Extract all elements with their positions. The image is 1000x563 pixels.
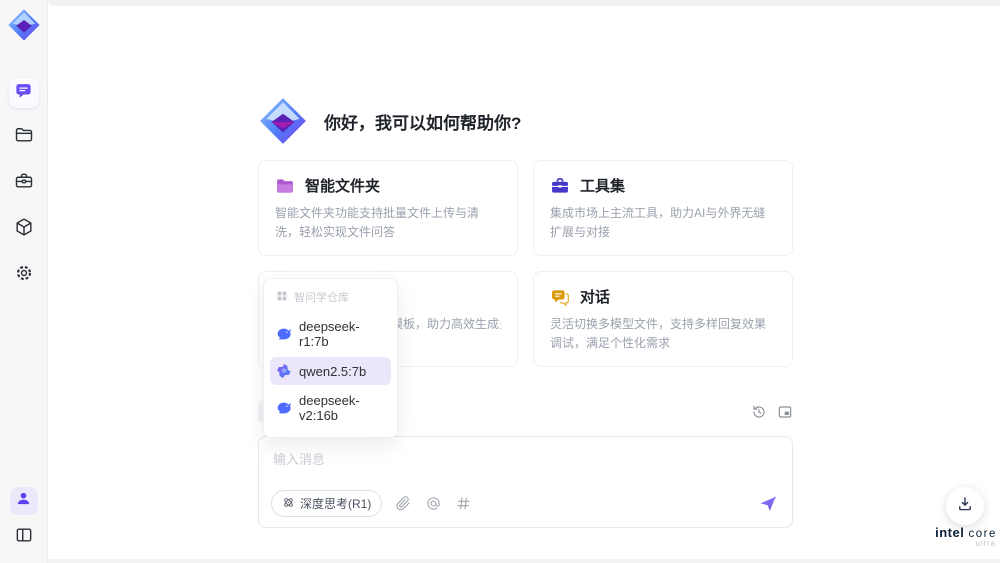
folder-icon xyxy=(14,125,34,150)
user-icon xyxy=(15,490,32,512)
repo-grid-icon xyxy=(276,290,288,305)
atom-icon xyxy=(282,496,295,512)
model-dropdown: 智问学仓库 deepseek-r1:7b qwen2.5:7b deepseek… xyxy=(263,278,398,438)
model-group-label: 智问学仓库 xyxy=(294,292,349,304)
composer-toolbar: 深度思考(R1) xyxy=(271,490,778,517)
message-input[interactable] xyxy=(259,437,792,489)
model-option-deepseek-v2[interactable]: deepseek-v2:16b xyxy=(270,387,391,429)
greeting-text: 你好，我可以如何帮助你? xyxy=(324,113,522,133)
sidebar xyxy=(0,0,48,563)
mention-icon[interactable] xyxy=(425,495,442,512)
settings-icon xyxy=(14,263,34,288)
deepseek-icon xyxy=(276,326,292,342)
sidebar-item-panel[interactable] xyxy=(12,525,36,549)
download-icon xyxy=(956,495,974,518)
intel-core-badge: intel core ultra xyxy=(928,525,1000,548)
card-dialog[interactable]: 对话 灵活切换多模型文件，支持多样回复效果调试，满足个性化需求 xyxy=(533,271,793,368)
sidebar-item-folders[interactable] xyxy=(13,126,35,148)
download-button[interactable] xyxy=(946,487,984,525)
card-desc: 灵活切换多模型文件，支持多样回复效果调试，满足个性化需求 xyxy=(550,317,767,350)
top-strip xyxy=(48,0,1000,6)
card-title: 智能文件夹 xyxy=(305,178,381,195)
sidebar-item-chat[interactable] xyxy=(8,78,39,108)
card-desc: 集成市场上主流工具，助力AI与外界无缝扩展与对接 xyxy=(550,206,766,239)
sidebar-item-toolbox[interactable] xyxy=(13,172,35,194)
chat-toolbar xyxy=(750,403,793,420)
toolbox-icon xyxy=(14,171,34,196)
model-option-deepseek-r1[interactable]: deepseek-r1:7b xyxy=(270,313,391,355)
sidebar-item-models[interactable] xyxy=(13,217,35,242)
smart-folder-icon xyxy=(275,176,295,196)
hero: 你好，我可以如何帮助你? xyxy=(258,96,521,146)
panel-icon xyxy=(14,525,34,550)
model-option-label: qwen2.5:7b xyxy=(299,363,367,379)
model-dropdown-group: 智问学仓库 xyxy=(270,287,391,313)
deep-think-toggle[interactable]: 深度思考(R1) xyxy=(271,490,383,517)
toolkit-icon xyxy=(550,176,570,196)
chat-icon xyxy=(14,81,33,105)
intel-ultra-text: ultra xyxy=(975,539,996,548)
card-smart-folder[interactable]: 智能文件夹 智能文件夹功能支持批量文件上传与清洗，轻松实现文件问答 xyxy=(258,160,518,257)
sidebar-item-settings[interactable] xyxy=(13,264,35,286)
model-option-label: deepseek-v2:16b xyxy=(299,393,360,423)
card-toolkit[interactable]: 工具集 集成市场上主流工具，助力AI与外界无缝扩展与对接 xyxy=(533,160,793,257)
bottom-strip xyxy=(48,559,1000,563)
send-icon[interactable] xyxy=(758,494,778,514)
sidebar-bottom xyxy=(9,487,38,563)
qwen-icon xyxy=(276,363,292,379)
sidebar-nav xyxy=(8,78,39,310)
history-icon[interactable] xyxy=(750,403,767,420)
model-option-label: deepseek-r1:7b xyxy=(299,319,360,349)
model-option-qwen[interactable]: qwen2.5:7b xyxy=(270,357,391,385)
card-desc: 智能文件夹功能支持批量文件上传与清洗，轻松实现文件问答 xyxy=(275,206,480,239)
deepseek-icon xyxy=(276,400,292,416)
deep-think-label: 深度思考(R1) xyxy=(300,497,372,511)
main-area: 你好，我可以如何帮助你? 智能文件夹 智能文件夹功能支持批量文件上传与清洗，轻松… xyxy=(48,0,1000,563)
paperclip-icon[interactable] xyxy=(395,495,412,512)
card-title: 工具集 xyxy=(580,178,626,195)
app-logo xyxy=(7,8,41,42)
app-window: 你好，我可以如何帮助你? 智能文件夹 智能文件夹功能支持批量文件上传与清洗，轻松… xyxy=(0,0,1000,563)
cube-icon xyxy=(14,217,34,242)
intel-brand: intel xyxy=(935,525,965,540)
composer: 深度思考(R1) xyxy=(258,436,793,528)
new-window-icon[interactable] xyxy=(776,403,793,420)
card-title: 对话 xyxy=(580,289,611,307)
sidebar-item-user[interactable] xyxy=(9,487,38,515)
hash-icon[interactable] xyxy=(455,495,472,512)
hero-logo xyxy=(258,96,308,146)
dialog-icon xyxy=(550,287,570,307)
